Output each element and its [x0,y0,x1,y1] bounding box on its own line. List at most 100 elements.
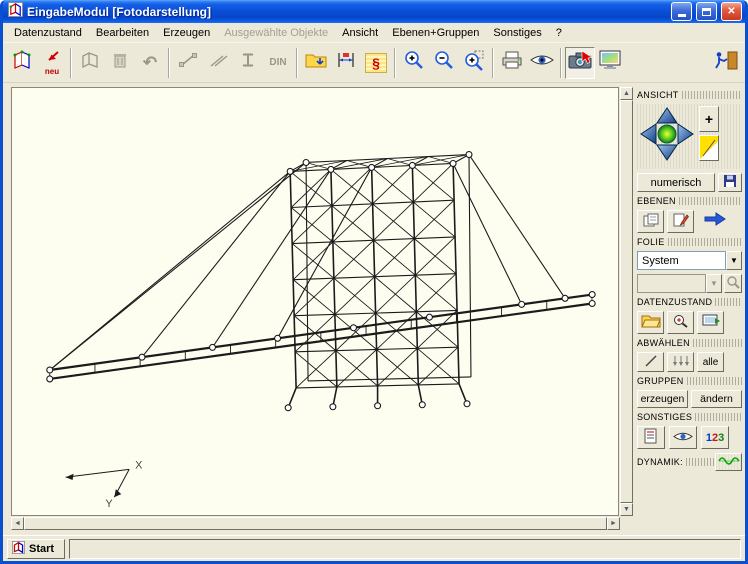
floppy-icon [723,174,737,191]
eye-icon [529,52,555,73]
folie-select[interactable]: System ▼ [637,251,742,270]
axis-y-label: Y [105,498,113,510]
model-button[interactable] [7,47,37,79]
diagonal-line-icon [644,354,658,371]
toolbar-separator [296,48,298,78]
close-button[interactable]: ✕ [721,2,742,21]
menu-item-hilfe[interactable]: ? [549,25,569,41]
edit-structure-icon [80,50,100,75]
drawing-canvas[interactable]: X Y [11,87,619,516]
section-folie: FOLIE [637,237,742,247]
deselect-members-button[interactable] [667,352,694,372]
arrow-up-icon: ▲ [623,90,630,97]
horizontal-scroll-thumb[interactable] [24,517,607,530]
canvas-column: X Y ▲ ▼ ◄ ► [11,87,633,530]
zoom-plus-button[interactable]: + [699,106,719,132]
menu-item-erzeugen[interactable]: Erzeugen [156,25,217,41]
new-arrow-icon [42,50,62,68]
undo-button: ↶ [135,47,165,79]
section-sonstiges: SONSTIGES [637,412,742,422]
visibility-button[interactable] [669,426,697,449]
sonstiges-controls: 123 [637,426,742,449]
gruppen-aendern-button[interactable]: ändern [691,390,742,408]
folder-import-icon [305,51,327,74]
down-arrows-icon [671,354,691,371]
inspect-data-button[interactable] [667,311,694,334]
scroll-right-button[interactable]: ► [607,517,620,530]
save-view-button[interactable] [718,173,742,192]
arrow-right-icon: ► [610,520,617,527]
deselect-all-button[interactable]: alle [697,352,724,372]
parallel-members-icon [208,52,228,73]
norm-button[interactable]: § [361,47,391,79]
monitor-icon [598,50,622,75]
menu-item-sonstiges[interactable]: Sonstiges [486,25,548,41]
print-button[interactable] [497,47,527,79]
exit-button[interactable] [711,47,741,79]
minimize-button[interactable] [671,2,692,21]
screen-export-icon [701,313,721,332]
folder-icon [641,313,661,332]
view-navigation: + [637,104,742,169]
datenzustand-controls [637,311,742,334]
close-icon: ✕ [727,6,735,17]
photo-view-button[interactable] [565,47,595,79]
ebenen-controls [637,210,742,233]
hatch-decoration [682,91,742,99]
i-beam-icon [240,52,256,73]
arrow-left-icon: ◄ [14,520,21,527]
next-layer-arrow-icon[interactable] [703,211,727,232]
open-data-button[interactable] [637,311,664,334]
chevron-down-icon: ▼ [730,256,738,265]
menu-item-bearbeiten[interactable]: Bearbeiten [89,25,156,41]
hatch-decoration [686,458,715,466]
member-button [173,47,203,79]
import-button[interactable] [301,47,331,79]
neu-button[interactable]: neu [37,47,67,79]
numbering-button[interactable]: 123 [701,426,729,449]
view-rotate-pad[interactable] [639,106,695,167]
scroll-left-button[interactable]: ◄ [11,517,24,530]
dynamik-button[interactable] [715,453,742,471]
title-bar[interactable]: EingabeModul [Fotodarstellung] ✕ [3,0,745,23]
ebenen-list-button[interactable] [637,210,664,233]
render-button[interactable] [595,47,625,79]
hatch-decoration [687,377,742,385]
side-panel: ANSICHT + [633,87,745,530]
protocol-button[interactable] [637,426,665,449]
zoom-factor-button[interactable] [699,135,719,161]
view-button[interactable] [527,47,557,79]
hatch-decoration [715,298,742,306]
zoom-window-button[interactable] [459,47,489,79]
member-icon [178,52,198,73]
zoom-in-button[interactable] [399,47,429,79]
gruppen-erzeugen-button[interactable]: erzeugen [637,390,688,408]
digit-3: 3 [718,432,724,444]
screen-data-button[interactable] [697,311,724,334]
hatch-decoration [679,197,742,205]
app-icon [8,2,23,22]
zoom-out-button[interactable] [429,47,459,79]
deselect-line-button[interactable] [637,352,664,372]
maximize-button[interactable] [696,2,717,21]
section-ansicht: ANSICHT [637,90,742,100]
menu-item-ebenen-gruppen[interactable]: Ebenen+Gruppen [385,25,486,41]
start-icon [12,541,25,557]
menu-item-datenzustand[interactable]: Datenzustand [7,25,89,41]
wave-icon [718,454,740,471]
scroll-up-button[interactable]: ▲ [620,87,633,100]
numerisch-button[interactable]: numerisch [637,173,715,192]
ebenen-edit-button[interactable] [667,210,694,233]
section-datenzustand: DATENZUSTAND [637,297,742,307]
start-button[interactable]: Start [7,539,65,559]
vertical-scroll-thumb[interactable] [620,100,633,503]
dimension-button[interactable] [331,47,361,79]
din-button: DIN [263,47,293,79]
delete-button [105,47,135,79]
structure-wireframe: X Y [12,88,618,515]
menu-item-ansicht[interactable]: Ansicht [335,25,385,41]
scroll-down-button[interactable]: ▼ [620,503,633,516]
folie-dropdown-button[interactable]: ▼ [726,251,742,270]
structure-model-icon [11,49,33,76]
neu-label: neu [45,68,59,76]
